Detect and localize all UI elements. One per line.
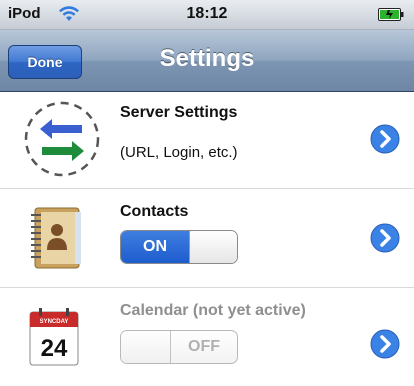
- calendar-icon-day: 24: [41, 335, 68, 362]
- status-time: 18:12: [186, 5, 228, 22]
- calendar-title: Calendar (not yet active): [120, 302, 306, 319]
- calendar-icon-header: SYNCDAY: [40, 319, 69, 325]
- address-book-icon: [31, 207, 81, 269]
- calendar-row: SYNCDAY 24 Calendar (not yet active) OFF: [0, 288, 414, 386]
- server-settings-title: Server Settings: [120, 104, 238, 121]
- toggle-off-label: OFF: [188, 338, 220, 355]
- server-settings-subtitle: (URL, Login, etc.): [120, 144, 238, 161]
- disclosure-chevron-icon[interactable]: [370, 223, 400, 253]
- disclosure-chevron-icon[interactable]: [370, 329, 400, 359]
- toggle-knob: [189, 231, 237, 263]
- contacts-title: Contacts: [120, 203, 189, 220]
- server-settings-row[interactable]: Server Settings (URL, Login, etc.): [0, 92, 414, 188]
- status-bar: iPod 18:12: [0, 0, 414, 30]
- battery-icon: [378, 8, 404, 21]
- calendar-toggle[interactable]: OFF: [120, 330, 238, 364]
- navigation-bar: Done Settings: [0, 30, 414, 92]
- contacts-toggle[interactable]: ON: [120, 230, 238, 264]
- calendar-icon: SYNCDAY 24: [29, 308, 79, 366]
- toggle-knob: [121, 331, 171, 363]
- toggle-on-label: ON: [121, 231, 189, 263]
- contacts-row: Contacts ON: [0, 189, 414, 287]
- page-title: Settings: [159, 45, 255, 72]
- disclosure-chevron-icon[interactable]: [370, 124, 400, 154]
- server-sync-icon: [24, 101, 100, 177]
